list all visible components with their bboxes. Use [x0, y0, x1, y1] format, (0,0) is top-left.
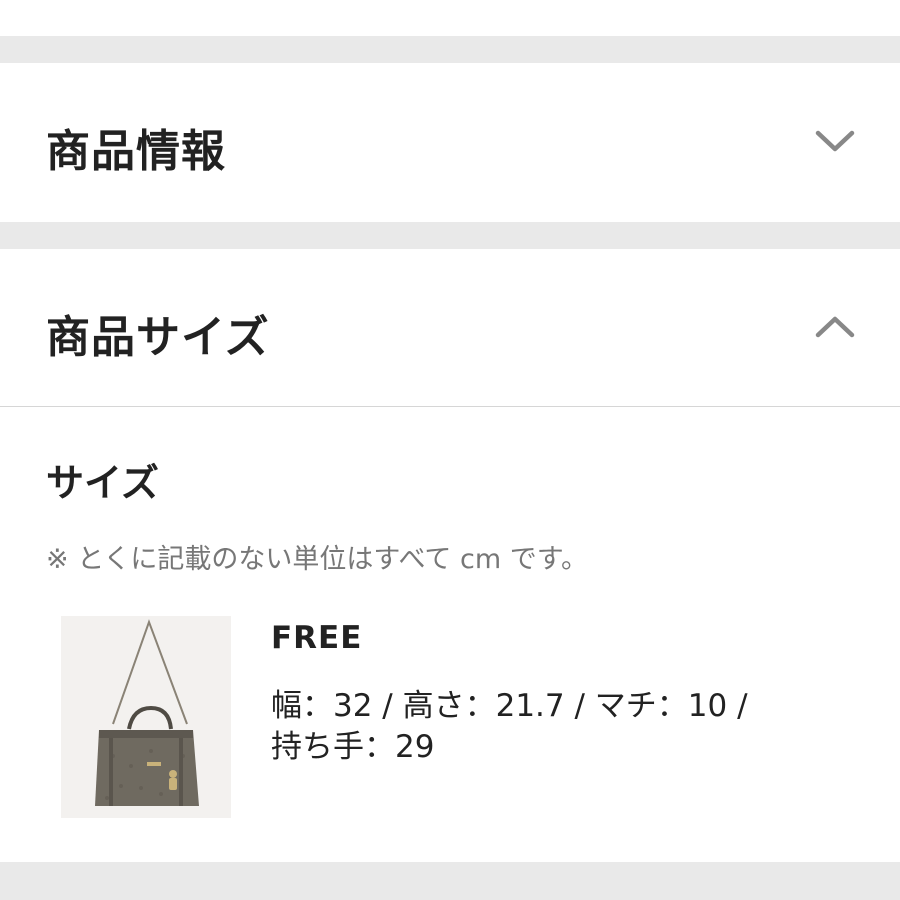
section-divider-band: [0, 36, 900, 63]
size-dimensions: 幅：32 / 高さ：21.7 / マチ：10 / 持ち手：29: [271, 686, 831, 768]
unit-note: ※ とくに記載のない単位はすべて cm です。: [46, 544, 589, 575]
chevron-down-icon[interactable]: [812, 127, 858, 157]
size-heading: サイズ: [46, 461, 159, 505]
section-divider-band: [0, 222, 900, 249]
product-size-title: 商品サイズ: [46, 312, 270, 363]
product-detail-page: 商品情報 商品サイズ サイズ ※ とくに記載のない単位はすべて cm です。 F…: [0, 0, 900, 900]
dimensions-line-2: 持ち手：29: [271, 729, 435, 765]
product-info-title: 商品情報: [46, 126, 226, 177]
chevron-up-icon[interactable]: [812, 311, 858, 341]
bag-thumbnail[interactable]: [61, 616, 231, 818]
accordion-product-info[interactable]: 商品情報: [0, 63, 900, 221]
dimensions-line-1: 幅：32 / 高さ：21.7 / マチ：10 /: [271, 688, 748, 724]
section-divider-band: [0, 862, 900, 900]
size-variant-label: FREE: [271, 620, 363, 656]
accordion-product-size[interactable]: 商品サイズ: [0, 249, 900, 407]
